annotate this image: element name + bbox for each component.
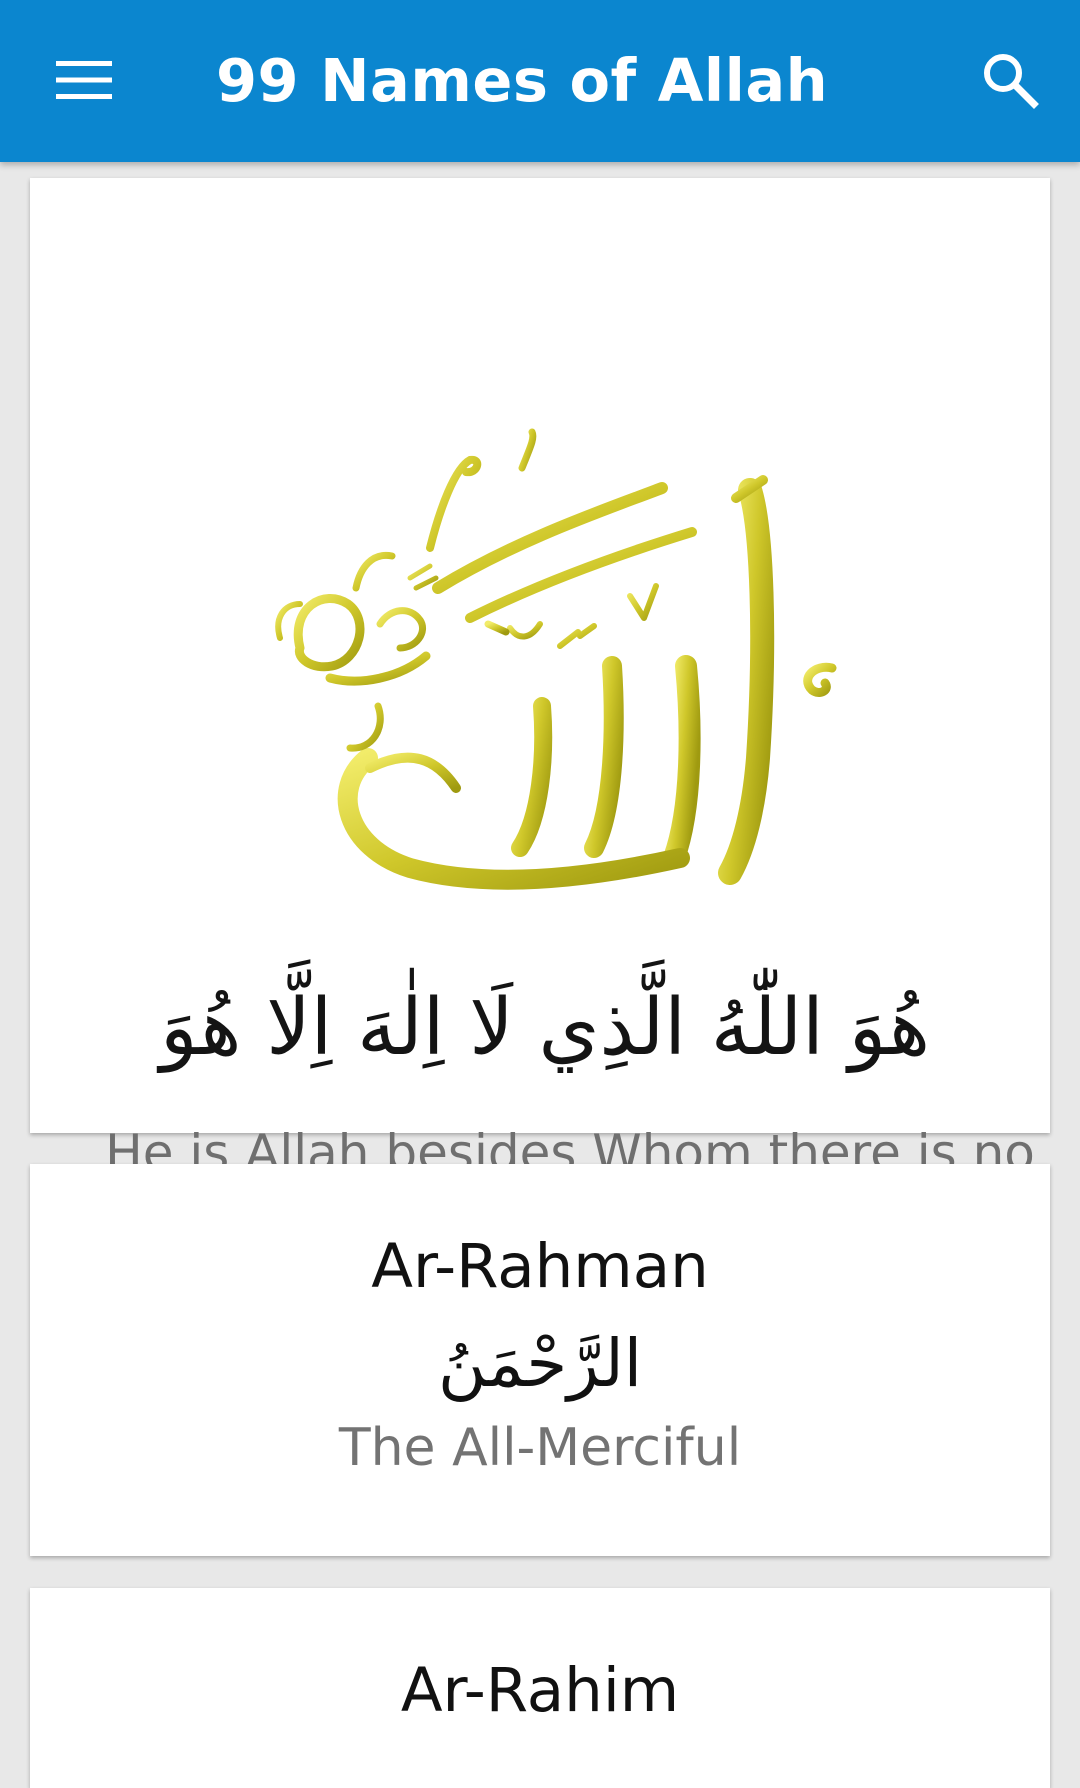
name-transliteration: Ar-Rahim [400,1655,680,1726]
allah-hero-card[interactable]: هُوَ اللّٰهُ الَّذِي لَا اِلٰهَ اِلَّا ه… [30,178,1050,1245]
allah-calligraphy-logo [260,428,860,958]
navigation-menu-button[interactable] [40,40,128,120]
name-arabic: الرَّحْمَنُ [437,1325,643,1402]
app-bar: 99 Names of Allah [0,0,1080,162]
name-card[interactable]: Ar-Rahim [30,1588,1050,1788]
name-transliteration: Ar-Rahman [371,1231,709,1302]
search-icon [984,54,1039,109]
app-title: 99 Names of Allah [216,46,829,115]
name-meaning: The All-Merciful [338,1418,742,1478]
name-card[interactable]: Ar-Rahman الرَّحْمَنُ The All-Merciful [30,1164,1050,1556]
hamburger-menu-icon [56,61,112,99]
hero-arabic-verse: هُوَ اللّٰهُ الَّذِي لَا اِلٰهَ اِلَّا ه… [159,983,930,1073]
search-button[interactable] [970,40,1050,120]
